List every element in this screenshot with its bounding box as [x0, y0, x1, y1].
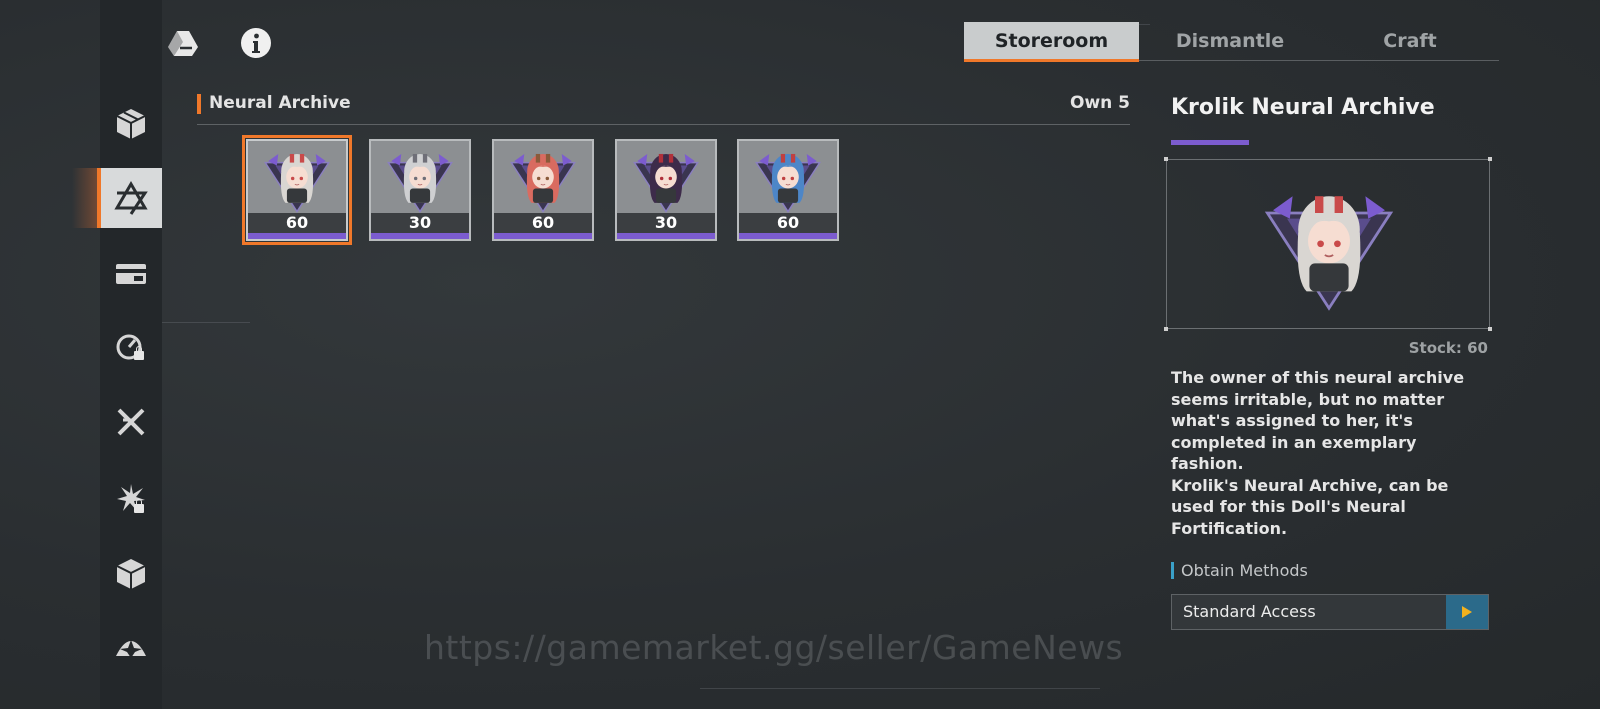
rarity-bar [494, 233, 592, 239]
description-usage: Krolik's Neural Archive, can be used for… [1171, 475, 1449, 538]
sidebar [100, 0, 162, 709]
cube-icon [116, 559, 146, 589]
item-count: 30 [371, 213, 469, 233]
item-description: The owner of this neural archive seems i… [1171, 367, 1481, 539]
obtain-accent-bar [1171, 562, 1174, 579]
sidebar-item-neural-archive[interactable] [100, 168, 162, 228]
obtain-go-button[interactable] [1446, 595, 1488, 629]
section-accent-bar [197, 94, 201, 114]
rarity-bar [739, 233, 837, 239]
info-icon [241, 28, 271, 58]
tab-divider [1139, 60, 1499, 61]
item-card[interactable]: 30 [615, 139, 717, 241]
obtain-method-row[interactable]: Standard Access [1171, 594, 1489, 630]
description-text: The owner of this neural archive seems i… [1171, 368, 1465, 473]
decor-line [700, 688, 1100, 689]
stock-count: Stock: 60 [1408, 339, 1488, 357]
rarity-bar [371, 233, 469, 239]
section-title: Neural Archive [209, 93, 351, 113]
item-portrait [494, 141, 592, 213]
item-portrait [739, 141, 837, 213]
item-portrait [371, 141, 469, 213]
sidebar-item-dial[interactable] [100, 318, 162, 378]
lock-icon [134, 346, 144, 360]
frame-corner [1164, 157, 1168, 161]
tab-bar: Storeroom Dismantle Craft [964, 22, 1499, 62]
sidebar-active-indicator [97, 168, 101, 228]
watermark: https://gamemarket.gg/seller/GameNews [424, 628, 1124, 667]
item-card[interactable]: 60 [492, 139, 594, 241]
tab-dismantle[interactable]: Dismantle [1139, 22, 1321, 60]
info-button[interactable] [232, 19, 280, 67]
item-card[interactable]: 60 [737, 139, 839, 241]
sidebar-item-blades[interactable] [100, 392, 162, 452]
emblem-icon [116, 640, 146, 658]
item-count: 30 [617, 213, 715, 233]
item-card-krolik[interactable]: 60 [242, 135, 352, 245]
obtain-methods-label: Obtain Methods [1181, 561, 1308, 580]
sidebar-item-cube[interactable] [100, 544, 162, 604]
detail-preview-frame [1164, 157, 1492, 331]
item-card[interactable]: 30 [369, 139, 471, 241]
detail-title: Krolik Neural Archive [1171, 95, 1435, 120]
frame-corner [1488, 327, 1492, 331]
tab-craft[interactable]: Craft [1321, 22, 1499, 60]
sidebar-item-emblem[interactable] [100, 616, 162, 676]
detail-rarity-underline [1171, 140, 1249, 145]
triangle-logo-icon [168, 31, 198, 56]
rarity-bar [248, 233, 346, 239]
item-count: 60 [494, 213, 592, 233]
rarity-bar [617, 233, 715, 239]
owned-count: Own 5 [1070, 93, 1131, 113]
obtain-method-text: Standard Access [1183, 602, 1316, 621]
lock-icon [134, 499, 144, 513]
item-portrait [617, 141, 715, 213]
frame-corner [1164, 327, 1168, 331]
tab-active-underline [964, 59, 1139, 62]
archive-emblem-large [1259, 166, 1399, 316]
sidebar-active-glow [72, 168, 100, 228]
sidebar-item-box[interactable] [100, 94, 162, 154]
play-arrow-icon [1462, 606, 1472, 618]
item-count: 60 [248, 213, 346, 233]
tab-storeroom[interactable]: Storeroom [964, 22, 1139, 60]
item-portrait [248, 141, 346, 213]
item-count: 60 [739, 213, 837, 233]
frame-corner [1488, 157, 1492, 161]
section-divider [197, 124, 1130, 125]
crossed-blades-icon [117, 408, 145, 436]
drive-button[interactable] [159, 19, 207, 67]
hexagram-icon [114, 181, 148, 215]
sidebar-item-burst[interactable] [100, 468, 162, 528]
card-icon [116, 264, 146, 284]
box-icon [116, 109, 146, 139]
sidebar-item-card[interactable] [100, 244, 162, 304]
